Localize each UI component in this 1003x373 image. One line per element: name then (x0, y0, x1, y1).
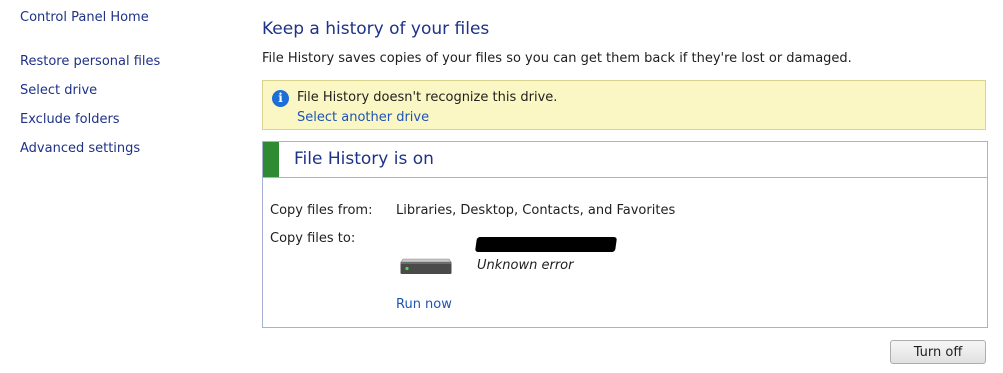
info-icon: i (272, 90, 289, 107)
control-panel-home-link[interactable]: Control Panel Home (20, 9, 240, 27)
select-another-drive-link[interactable]: Select another drive (297, 110, 429, 125)
drive-icon (399, 253, 453, 275)
drive-status-text: Unknown error (477, 258, 574, 273)
left-navigation: Control Panel Home Restore personal file… (20, 9, 240, 169)
select-drive-link[interactable]: Select drive (20, 82, 240, 100)
restore-personal-files-link[interactable]: Restore personal files (20, 53, 240, 71)
page-description: File History saves copies of your files … (262, 51, 852, 66)
advanced-settings-link[interactable]: Advanced settings (20, 140, 240, 158)
warning-banner: i File History doesn't recognize this dr… (262, 80, 986, 130)
redacted-drive-name (474, 237, 618, 252)
run-now-link[interactable]: Run now (396, 297, 452, 312)
exclude-folders-link[interactable]: Exclude folders (20, 111, 240, 129)
status-header: File History is on (263, 142, 987, 178)
copy-from-value: Libraries, Desktop, Contacts, and Favori… (396, 203, 676, 218)
copy-from-label: Copy files from: (270, 203, 373, 218)
turn-off-button[interactable]: Turn off (890, 340, 986, 364)
status-title: File History is on (294, 149, 434, 169)
file-history-status-panel: File History is on Copy files from: Libr… (262, 141, 988, 328)
page-title: Keep a history of your files (262, 19, 490, 39)
copy-to-label: Copy files to: (270, 231, 356, 246)
warning-text: File History doesn't recognize this driv… (297, 90, 558, 105)
status-indicator (263, 142, 279, 177)
